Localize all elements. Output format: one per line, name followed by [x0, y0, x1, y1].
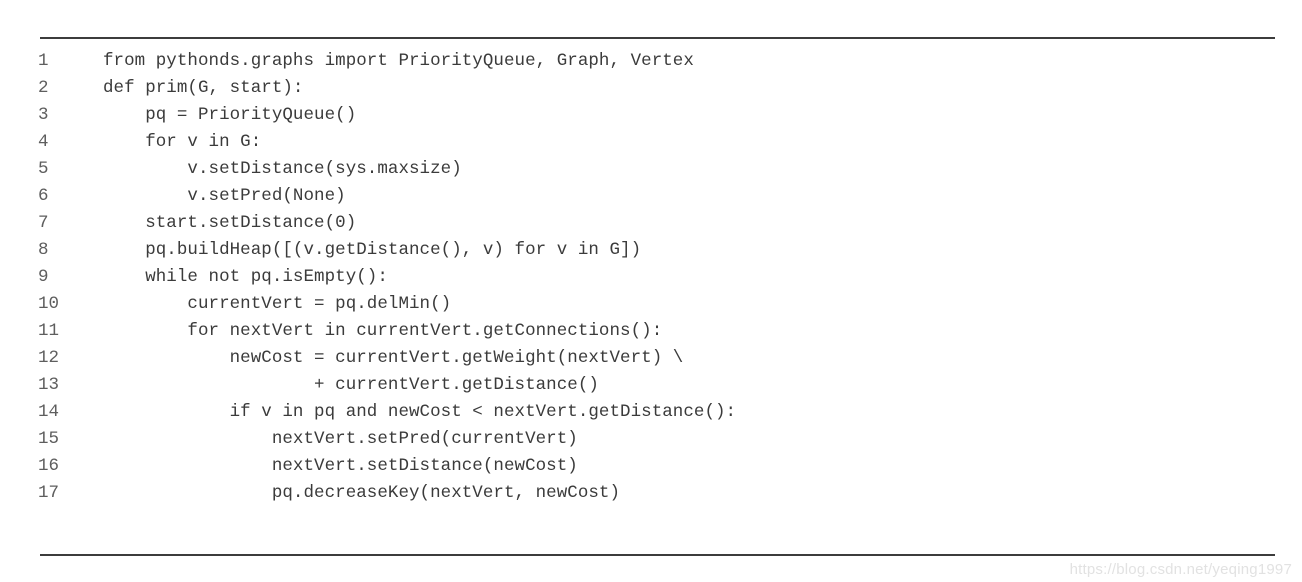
line-code: for nextVert in currentVert.getConnectio… — [103, 321, 663, 341]
line-number: 11 — [38, 321, 60, 341]
line-number: 7 — [38, 213, 49, 233]
code-line: 7 start.setDistance(0) — [0, 210, 1302, 237]
code-listing-figure: 1 from pythonds.graphs import PriorityQue… — [0, 0, 1302, 582]
line-code: v.setDistance(sys.maxsize) — [103, 159, 462, 179]
line-code: pq.decreaseKey(nextVert, newCost) — [103, 483, 621, 503]
line-code: v.setPred(None) — [103, 186, 346, 206]
line-number: 16 — [38, 456, 60, 476]
bottom-divider-rule — [40, 554, 1275, 556]
code-line: 15 nextVert.setPred(currentVert) — [0, 426, 1302, 453]
line-code: nextVert.setDistance(newCost) — [103, 456, 578, 476]
line-code: + currentVert.getDistance() — [103, 375, 599, 395]
code-line: 10 currentVert = pq.delMin() — [0, 291, 1302, 318]
line-code: start.setDistance(0) — [103, 213, 357, 233]
line-number: 10 — [38, 294, 60, 314]
code-line: 14 if v in pq and newCost < nextVert.get… — [0, 399, 1302, 426]
code-line: 4 for v in G: — [0, 129, 1302, 156]
line-code: newCost = currentVert.getWeight(nextVert… — [103, 348, 684, 368]
line-number: 5 — [38, 159, 49, 179]
code-line: 9 while not pq.isEmpty(): — [0, 264, 1302, 291]
code-line: 3 pq = PriorityQueue() — [0, 102, 1302, 129]
code-line: 2 def prim(G, start): — [0, 75, 1302, 102]
code-line: 8 pq.buildHeap([(v.getDistance(), v) for… — [0, 237, 1302, 264]
line-number: 3 — [38, 105, 49, 125]
line-code: nextVert.setPred(currentVert) — [103, 429, 578, 449]
line-code: pq.buildHeap([(v.getDistance(), v) for v… — [103, 240, 642, 260]
line-number: 13 — [38, 375, 60, 395]
code-line: 16 nextVert.setDistance(newCost) — [0, 453, 1302, 480]
code-listing-body: 1 from pythonds.graphs import PriorityQue… — [0, 48, 1302, 507]
code-line: 6 v.setPred(None) — [0, 183, 1302, 210]
line-number: 8 — [38, 240, 49, 260]
line-code: from pythonds.graphs import PriorityQueu… — [103, 51, 694, 71]
line-number: 6 — [38, 186, 49, 206]
line-code: while not pq.isEmpty(): — [103, 267, 388, 287]
line-number: 17 — [38, 483, 60, 503]
watermark-text: https://blog.csdn.net/yeqing1997 — [1069, 561, 1292, 578]
code-line: 5 v.setDistance(sys.maxsize) — [0, 156, 1302, 183]
line-code: def prim(G, start): — [103, 78, 304, 98]
line-number: 2 — [38, 78, 49, 98]
line-number: 14 — [38, 402, 60, 422]
code-line: 12 newCost = currentVert.getWeight(nextV… — [0, 345, 1302, 372]
code-line: 1 from pythonds.graphs import PriorityQue… — [0, 48, 1302, 75]
line-number: 9 — [38, 267, 49, 287]
line-code: for v in G: — [103, 132, 262, 152]
line-number: 12 — [38, 348, 60, 368]
line-number: 4 — [38, 132, 49, 152]
line-code: currentVert = pq.delMin() — [103, 294, 452, 314]
line-number: 1 — [38, 51, 49, 71]
code-line: 11 for nextVert in currentVert.getConnec… — [0, 318, 1302, 345]
line-code: if v in pq and newCost < nextVert.getDis… — [103, 402, 737, 422]
line-number: 15 — [38, 429, 60, 449]
line-code: pq = PriorityQueue() — [103, 105, 357, 125]
code-line: 13 + currentVert.getDistance() — [0, 372, 1302, 399]
code-line: 17 pq.decreaseKey(nextVert, newCost) — [0, 480, 1302, 507]
top-divider-rule — [40, 37, 1275, 39]
